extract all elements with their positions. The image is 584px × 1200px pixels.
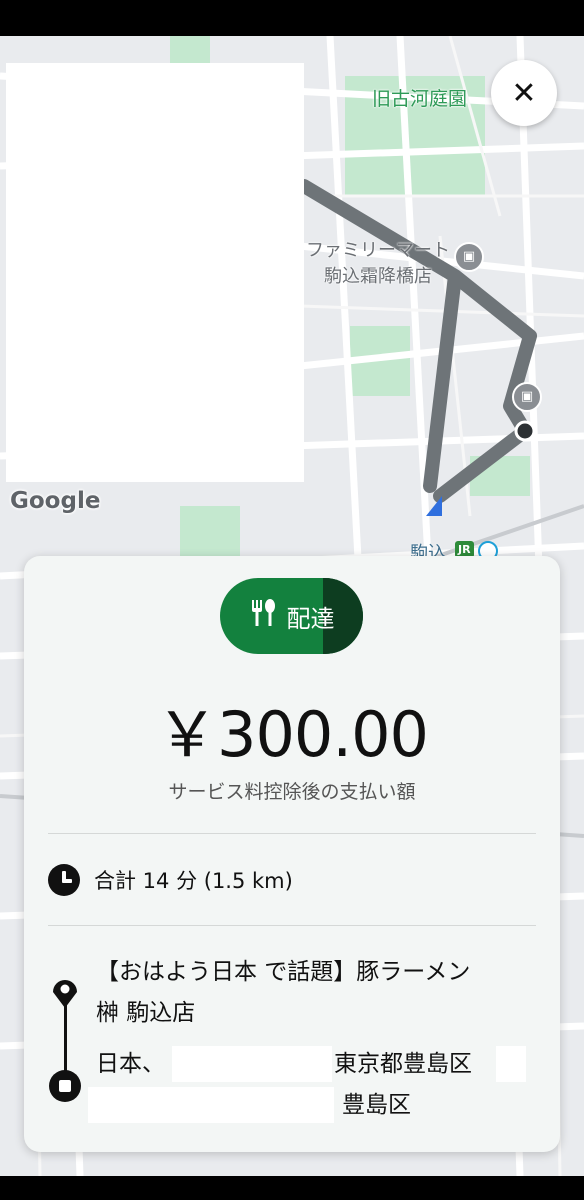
dropoff-line1-prefix: 日本、 xyxy=(96,1051,165,1077)
store-label-line1: ファミリーマート xyxy=(306,240,450,261)
payout-caption: サービス料控除後の支払い額 xyxy=(168,781,416,803)
dropoff-line2-suffix: 豊島区 xyxy=(342,1092,411,1118)
redacted-text xyxy=(172,1046,332,1082)
divider xyxy=(48,925,536,926)
delivery-label: 配達 xyxy=(286,604,335,633)
fork-spoon-icon xyxy=(249,598,277,634)
stop-icon xyxy=(49,1070,81,1102)
divider xyxy=(48,833,536,834)
clock-icon xyxy=(48,864,80,896)
trip-offer-card[interactable]: 配達 ￥300.00 サービス料控除後の支払い額 合計 14 分 (1.5 km… xyxy=(24,556,560,1152)
dropoff-line1-suffix: 東京都豊島区 xyxy=(334,1051,472,1077)
store-icon[interactable]: ▣ xyxy=(512,382,542,412)
store-label-line2: 駒込霜降橋店 xyxy=(324,266,432,287)
nav-bar xyxy=(0,1176,584,1200)
payout-amount: ￥300.00 xyxy=(156,698,429,771)
trip-duration: 合計 14 分 (1.5 km) xyxy=(48,864,293,896)
status-bar xyxy=(0,0,584,36)
dropoff-address: 日本、 東京都豊島区 豊島区 xyxy=(88,1044,536,1126)
close-button[interactable]: ✕ xyxy=(491,60,557,126)
park-label: 旧古河庭園 xyxy=(372,88,468,110)
redacted-text xyxy=(88,1087,334,1123)
pickup-name: 【おはよう日本 で話題】豚ラーメン 榊 駒込店 xyxy=(96,952,546,1034)
store-icon[interactable]: ▣ xyxy=(454,242,484,272)
route-end-dot xyxy=(514,420,536,442)
green-area xyxy=(180,506,240,556)
route-connector xyxy=(64,1002,67,1072)
redacted-text xyxy=(496,1046,526,1082)
redacted-region xyxy=(6,63,304,482)
pickup-name-line1: 【おはよう日本 で話題】豚ラーメン xyxy=(96,959,471,985)
close-icon: ✕ xyxy=(511,75,537,111)
pickup-name-line2: 榊 駒込店 xyxy=(96,1000,196,1026)
google-logo: Google xyxy=(10,488,101,514)
delivery-badge[interactable]: 配達 xyxy=(220,578,363,654)
duration-text: 合計 14 分 (1.5 km) xyxy=(94,869,293,893)
